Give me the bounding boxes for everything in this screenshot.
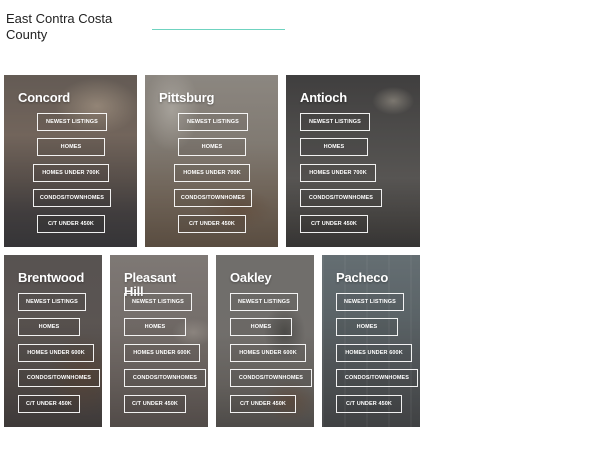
homes-under-price-link[interactable]: HOMES UNDER 700K <box>33 164 109 182</box>
homes-link[interactable]: HOMES <box>230 318 292 336</box>
city-card-pittsburg[interactable]: Pittsburg NEWEST LISTINGS HOMES HOMES UN… <box>145 75 278 247</box>
homes-under-price-link[interactable]: HOMES UNDER 700K <box>174 164 250 182</box>
ct-under-price-link[interactable]: C/T UNDER 450K <box>230 395 296 413</box>
homes-link[interactable]: HOMES <box>336 318 398 336</box>
homes-under-price-link[interactable]: HOMES UNDER 600K <box>336 344 412 362</box>
homes-link[interactable]: HOMES <box>124 318 186 336</box>
city-card-pleasant-hill[interactable]: Pleasant Hill NEWEST LISTINGS HOMES HOME… <box>110 255 208 427</box>
condos-townhomes-link[interactable]: CONDOS/TOWNHOMES <box>33 189 111 207</box>
city-name: Antioch <box>300 90 347 105</box>
ct-under-price-link[interactable]: C/T UNDER 450K <box>336 395 402 413</box>
ct-under-price-link[interactable]: C/T UNDER 450K <box>18 395 80 413</box>
city-card-oakley[interactable]: Oakley NEWEST LISTINGS HOMES HOMES UNDER… <box>216 255 314 427</box>
ct-under-price-link[interactable]: C/T UNDER 450K <box>300 215 368 233</box>
condos-townhomes-link[interactable]: CONDOS/TOWNHOMES <box>124 369 206 387</box>
page-header: East Contra Costa County <box>6 11 146 43</box>
city-name: Pacheco <box>336 270 389 285</box>
condos-townhomes-link[interactable]: CONDOS/TOWNHOMES <box>18 369 100 387</box>
homes-under-price-link[interactable]: HOMES UNDER 600K <box>124 344 200 362</box>
homes-under-price-link[interactable]: HOMES UNDER 600K <box>18 344 94 362</box>
condos-townhomes-link[interactable]: CONDOS/TOWNHOMES <box>300 189 382 207</box>
title-divider <box>152 29 285 30</box>
ct-under-price-link[interactable]: C/T UNDER 450K <box>178 215 246 233</box>
condos-townhomes-link[interactable]: CONDOS/TOWNHOMES <box>230 369 312 387</box>
ct-under-price-link[interactable]: C/T UNDER 450K <box>124 395 186 413</box>
homes-under-price-link[interactable]: HOMES UNDER 600K <box>230 344 306 362</box>
homes-link[interactable]: HOMES <box>37 138 105 156</box>
city-card-concord[interactable]: Concord NEWEST LISTINGS HOMES HOMES UNDE… <box>4 75 137 247</box>
homes-link[interactable]: HOMES <box>18 318 80 336</box>
city-name: Oakley <box>230 270 272 285</box>
newest-listings-link[interactable]: NEWEST LISTINGS <box>300 113 370 131</box>
city-card-antioch[interactable]: Antioch NEWEST LISTINGS HOMES HOMES UNDE… <box>286 75 420 247</box>
newest-listings-link[interactable]: NEWEST LISTINGS <box>18 293 86 311</box>
newest-listings-link[interactable]: NEWEST LISTINGS <box>37 113 107 131</box>
city-card-pacheco[interactable]: Pacheco NEWEST LISTINGS HOMES HOMES UNDE… <box>322 255 420 427</box>
city-name: Brentwood <box>18 270 85 285</box>
condos-townhomes-link[interactable]: CONDOS/TOWNHOMES <box>336 369 418 387</box>
newest-listings-link[interactable]: NEWEST LISTINGS <box>124 293 192 311</box>
homes-link[interactable]: HOMES <box>300 138 368 156</box>
newest-listings-link[interactable]: NEWEST LISTINGS <box>230 293 298 311</box>
homes-under-price-link[interactable]: HOMES UNDER 700K <box>300 164 376 182</box>
newest-listings-link[interactable]: NEWEST LISTINGS <box>178 113 248 131</box>
city-card-brentwood[interactable]: Brentwood NEWEST LISTINGS HOMES HOMES UN… <box>4 255 102 427</box>
ct-under-price-link[interactable]: C/T UNDER 450K <box>37 215 105 233</box>
condos-townhomes-link[interactable]: CONDOS/TOWNHOMES <box>174 189 252 207</box>
city-name: Pittsburg <box>159 90 215 105</box>
city-name: Concord <box>18 90 71 105</box>
page-title: East Contra Costa County <box>6 11 113 42</box>
newest-listings-link[interactable]: NEWEST LISTINGS <box>336 293 404 311</box>
homes-link[interactable]: HOMES <box>178 138 246 156</box>
